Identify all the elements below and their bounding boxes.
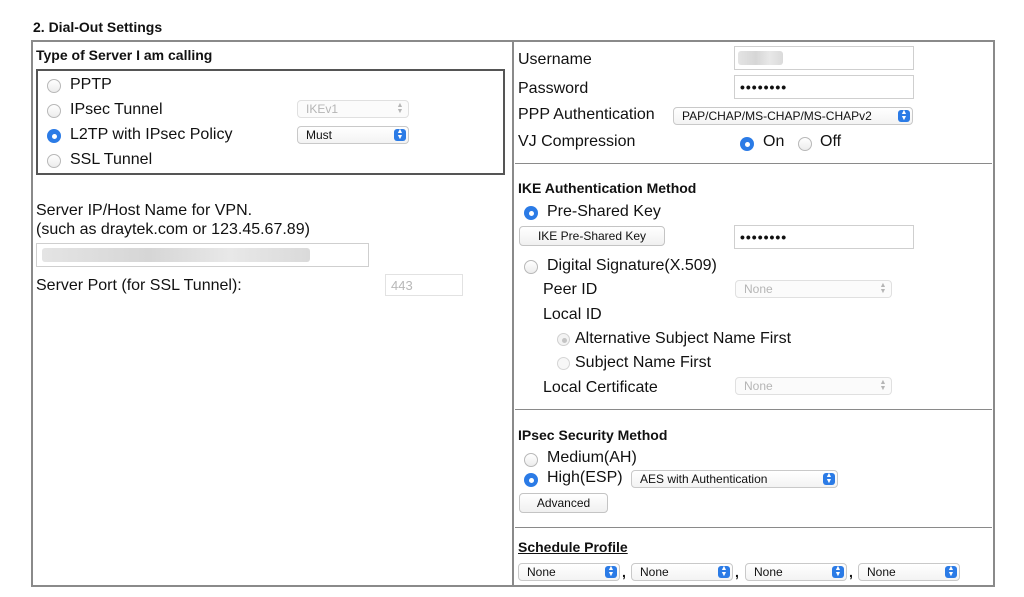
peer-id-select-value: None xyxy=(744,282,773,296)
radio-ssl-tunnel[interactable] xyxy=(47,154,61,168)
vj-off-label: Off xyxy=(820,133,842,150)
esp-algorithm-select[interactable]: AES with Authentication ▲ ▼ xyxy=(631,470,838,488)
schedule-profile-value: None xyxy=(867,565,896,579)
radio-ipsec-tunnel[interactable] xyxy=(47,104,61,118)
schedule-profile-value: None xyxy=(640,565,669,579)
server-host-hint: (such as draytek.com or 123.45.67.89) xyxy=(36,221,310,238)
divider xyxy=(515,409,992,410)
ppp-auth-select[interactable]: PAP/CHAP/MS-CHAP/MS-CHAPv2 ▲ ▼ xyxy=(673,107,913,125)
updown-chevron-icon: ▲ ▼ xyxy=(396,102,404,115)
option-label-l2tp-ipsec: L2TP with IPsec Policy xyxy=(70,126,233,143)
server-host-label: Server IP/Host Name for VPN. xyxy=(36,202,253,219)
radio-digital-signature[interactable] xyxy=(524,260,538,274)
schedule-profile-select-3[interactable]: None ▲ ▼ xyxy=(745,563,847,581)
radio-vj-off[interactable] xyxy=(798,137,812,151)
ipsec-heading: IPsec Security Method xyxy=(518,427,668,443)
server-port-input[interactable] xyxy=(385,274,463,296)
subject-name-label: Subject Name First xyxy=(575,354,712,371)
separator: , xyxy=(735,564,739,580)
option-label-ipsec-tunnel: IPsec Tunnel xyxy=(70,101,163,118)
separator: , xyxy=(622,564,626,580)
schedule-profile-value: None xyxy=(527,565,556,579)
ike-pre-shared-key-input[interactable] xyxy=(734,225,914,249)
username-label: Username xyxy=(518,51,592,68)
ppp-auth-label: PPP Authentication xyxy=(518,106,655,123)
updown-chevron-icon: ▲ ▼ xyxy=(823,472,835,485)
separator: , xyxy=(849,564,853,580)
updown-chevron-icon: ▲ ▼ xyxy=(879,379,887,392)
advanced-button[interactable]: Advanced xyxy=(519,493,608,513)
radio-pptp[interactable] xyxy=(47,79,61,93)
digital-signature-label: Digital Signature(X.509) xyxy=(547,257,717,274)
radio-high-esp[interactable] xyxy=(524,473,538,487)
server-type-heading: Type of Server I am calling xyxy=(36,47,213,63)
column-divider xyxy=(512,40,514,587)
radio-pre-shared-key[interactable] xyxy=(524,206,538,220)
updown-chevron-icon: ▲ ▼ xyxy=(718,565,730,578)
ipsec-tunnel-select[interactable]: IKEv1 ▲ ▼ xyxy=(297,100,409,118)
updown-chevron-icon: ▲ ▼ xyxy=(605,565,617,578)
schedule-profile-heading: Schedule Profile xyxy=(518,539,628,555)
password-input[interactable] xyxy=(734,75,914,99)
ike-pre-shared-key-button[interactable]: IKE Pre-Shared Key xyxy=(519,226,665,246)
local-certificate-select-value: None xyxy=(744,379,773,393)
local-certificate-select[interactable]: None ▲ ▼ xyxy=(735,377,892,395)
radio-subject-name[interactable] xyxy=(557,357,570,370)
medium-ah-label: Medium(AH) xyxy=(547,449,637,466)
local-certificate-label: Local Certificate xyxy=(543,379,658,396)
schedule-profile-select-4[interactable]: None ▲ ▼ xyxy=(858,563,960,581)
divider xyxy=(515,527,992,528)
radio-vj-on[interactable] xyxy=(740,137,754,151)
section-title: 2. Dial-Out Settings xyxy=(33,19,163,35)
radio-medium-ah[interactable] xyxy=(524,453,538,467)
option-label-ssl-tunnel: SSL Tunnel xyxy=(70,151,153,168)
redacted-username xyxy=(738,51,783,65)
ipsec-tunnel-select-value: IKEv1 xyxy=(306,102,339,116)
peer-id-select[interactable]: None ▲ ▼ xyxy=(735,280,892,298)
password-label: Password xyxy=(518,80,589,97)
peer-id-label: Peer ID xyxy=(543,281,598,298)
ike-heading: IKE Authentication Method xyxy=(518,180,697,196)
updown-chevron-icon: ▲ ▼ xyxy=(898,109,910,122)
updown-chevron-icon: ▲ ▼ xyxy=(832,565,844,578)
schedule-profile-select-2[interactable]: None ▲ ▼ xyxy=(631,563,733,581)
high-esp-label: High(ESP) xyxy=(547,469,623,486)
updown-chevron-icon: ▲ ▼ xyxy=(945,565,957,578)
alt-subject-name-label: Alternative Subject Name First xyxy=(575,330,792,347)
esp-algorithm-select-value: AES with Authentication xyxy=(640,472,768,486)
radio-alt-subject-name[interactable] xyxy=(557,333,570,346)
schedule-profile-select-1[interactable]: None ▲ ▼ xyxy=(518,563,620,581)
option-label-pptp: PPTP xyxy=(70,76,112,93)
vj-compression-label: VJ Compression xyxy=(518,133,636,150)
updown-chevron-icon: ▲ ▼ xyxy=(394,128,406,141)
pre-shared-key-label: Pre-Shared Key xyxy=(547,203,661,220)
radio-l2tp-ipsec[interactable] xyxy=(47,129,61,143)
ppp-auth-select-value: PAP/CHAP/MS-CHAP/MS-CHAPv2 xyxy=(682,109,872,123)
schedule-profile-value: None xyxy=(754,565,783,579)
vj-on-label: On xyxy=(763,133,785,150)
l2tp-policy-select-value: Must xyxy=(306,128,333,142)
l2tp-policy-select[interactable]: Must ▲ ▼ xyxy=(297,126,409,144)
redacted-host-value xyxy=(42,248,310,262)
updown-chevron-icon: ▲ ▼ xyxy=(879,282,887,295)
local-id-label: Local ID xyxy=(543,306,602,323)
server-port-label: Server Port (for SSL Tunnel): xyxy=(36,277,242,294)
divider xyxy=(515,163,992,164)
